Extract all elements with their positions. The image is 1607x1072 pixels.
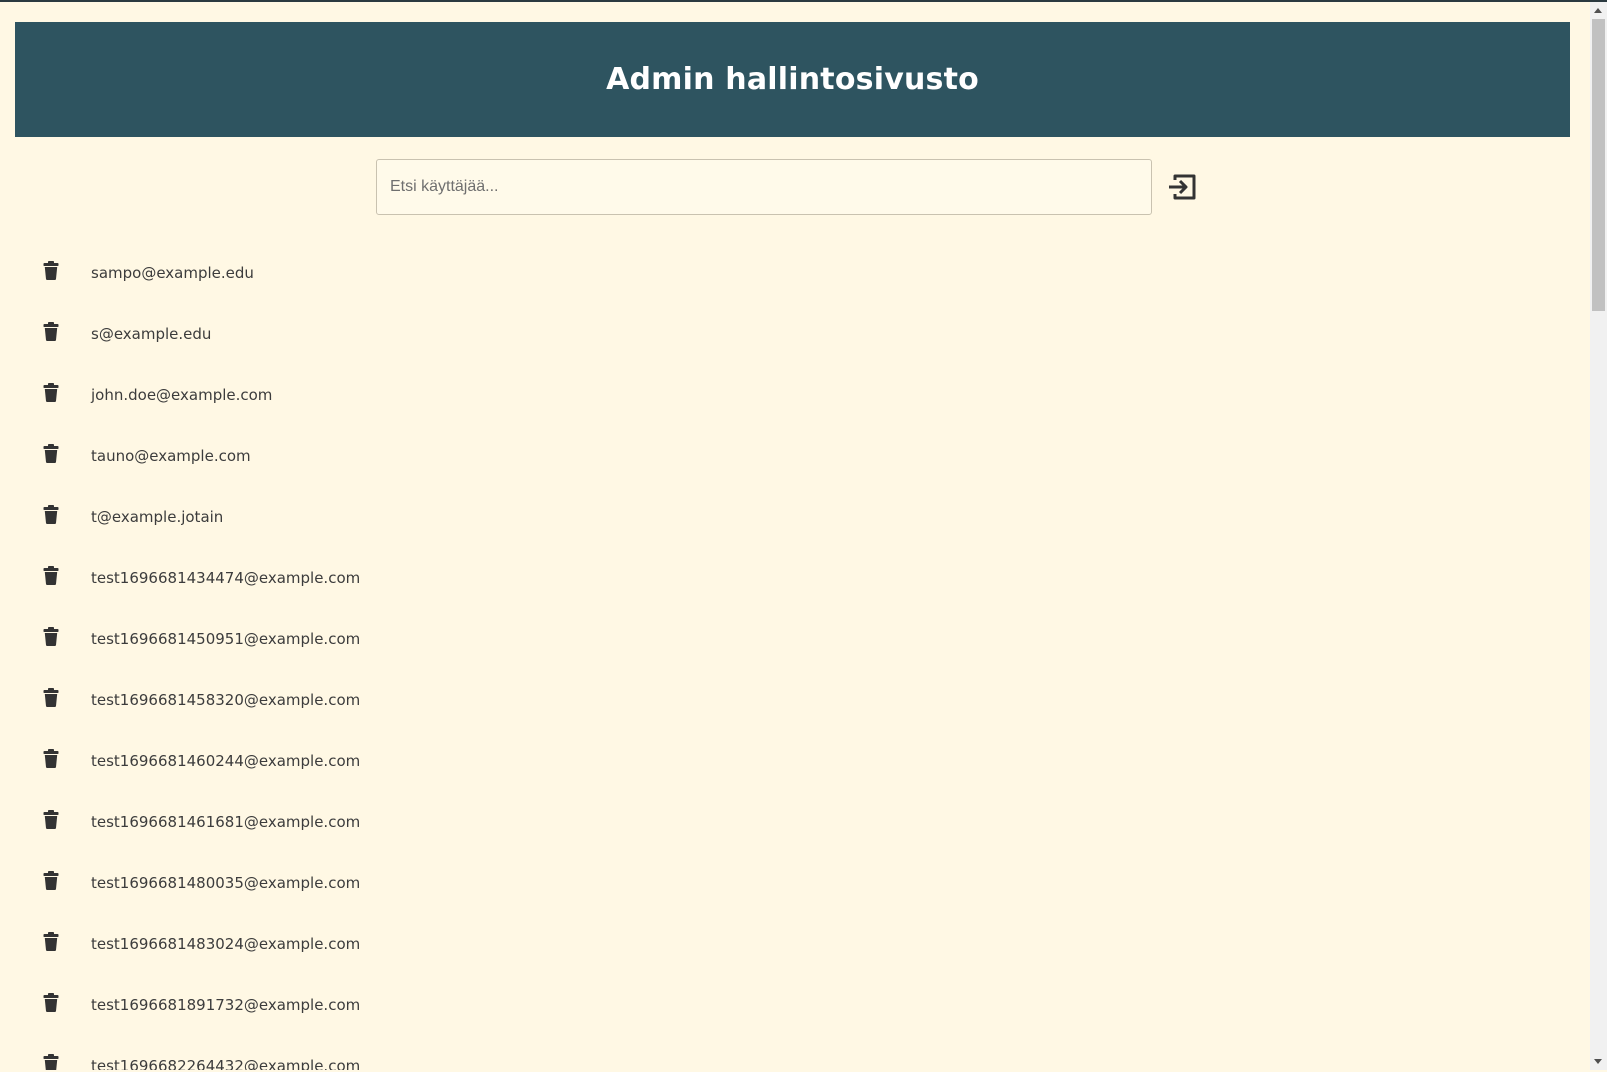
trash-icon (43, 260, 59, 285)
trash-icon (43, 809, 59, 834)
user-email: test1696681450951@example.com (91, 629, 361, 648)
list-item: sampo@example.edu (0, 242, 360, 303)
scroll-down-arrow-icon[interactable] (1594, 1059, 1602, 1064)
scrollbar-thumb[interactable] (1592, 19, 1605, 311)
list-item: test1696681458320@example.com (0, 669, 360, 730)
trash-icon (43, 992, 59, 1017)
delete-user-button[interactable] (40, 992, 62, 1017)
list-item: t@example.jotain (0, 486, 360, 547)
delete-user-button[interactable] (40, 443, 62, 468)
delete-user-button[interactable] (40, 626, 62, 651)
user-email: test1696681480035@example.com (91, 873, 361, 892)
list-item: test1696681460244@example.com (0, 730, 360, 791)
scroll-up-arrow-icon[interactable] (1594, 8, 1602, 13)
list-item: tauno@example.com (0, 425, 360, 486)
trash-icon (43, 443, 59, 468)
search-input[interactable] (376, 159, 1152, 215)
user-email: test1696681434474@example.com (91, 568, 361, 587)
page-header: Admin hallintosivusto (15, 22, 1570, 137)
search-bar (376, 159, 1200, 215)
delete-user-button[interactable] (40, 748, 62, 773)
list-item: test1696681461681@example.com (0, 791, 360, 852)
trash-icon (43, 687, 59, 712)
user-email: test1696681458320@example.com (91, 690, 361, 709)
page-viewport: Admin hallintosivusto sampo@example.edus… (0, 2, 1590, 1070)
trash-icon (43, 870, 59, 895)
delete-user-button[interactable] (40, 931, 62, 956)
trash-icon (43, 565, 59, 590)
trash-icon (43, 931, 59, 956)
list-item: test1696681480035@example.com (0, 852, 360, 913)
user-email: test1696681891732@example.com (91, 995, 361, 1014)
delete-user-button[interactable] (40, 382, 62, 407)
trash-icon (43, 504, 59, 529)
trash-icon (43, 626, 59, 651)
list-item: john.doe@example.com (0, 364, 360, 425)
delete-user-button[interactable] (40, 1053, 62, 1070)
delete-user-button[interactable] (40, 260, 62, 285)
delete-user-button[interactable] (40, 809, 62, 834)
delete-user-button[interactable] (40, 687, 62, 712)
user-email: test1696681460244@example.com (91, 751, 361, 770)
delete-user-button[interactable] (40, 565, 62, 590)
page-scrollbar[interactable] (1590, 2, 1607, 1070)
list-item: test1696681483024@example.com (0, 913, 360, 974)
user-email: test1696682264432@example.com (91, 1056, 361, 1071)
user-email: test1696681461681@example.com (91, 812, 361, 831)
user-email: tauno@example.com (91, 446, 251, 465)
user-email: sampo@example.edu (91, 263, 254, 282)
delete-user-button[interactable] (40, 870, 62, 895)
delete-user-button[interactable] (40, 504, 62, 529)
list-item: test1696681434474@example.com (0, 547, 360, 608)
list-item: test1696681450951@example.com (0, 608, 360, 669)
delete-user-button[interactable] (40, 321, 62, 346)
logout-button[interactable] (1164, 169, 1200, 205)
page-title: Admin hallintosivusto (606, 62, 979, 97)
user-email: t@example.jotain (91, 507, 224, 526)
list-item: s@example.edu (0, 303, 360, 364)
list-item: test1696681891732@example.com (0, 974, 360, 1035)
trash-icon (43, 748, 59, 773)
trash-icon (43, 1053, 59, 1070)
user-list: sampo@example.edu s@example.edu john.doe@e… (0, 242, 360, 1070)
sign-out-icon (1169, 174, 1196, 200)
user-email: john.doe@example.com (91, 385, 273, 404)
trash-icon (43, 382, 59, 407)
user-email: s@example.edu (91, 324, 212, 343)
trash-icon (43, 321, 59, 346)
user-email: test1696681483024@example.com (91, 934, 361, 953)
list-item: test1696682264432@example.com (0, 1035, 360, 1070)
